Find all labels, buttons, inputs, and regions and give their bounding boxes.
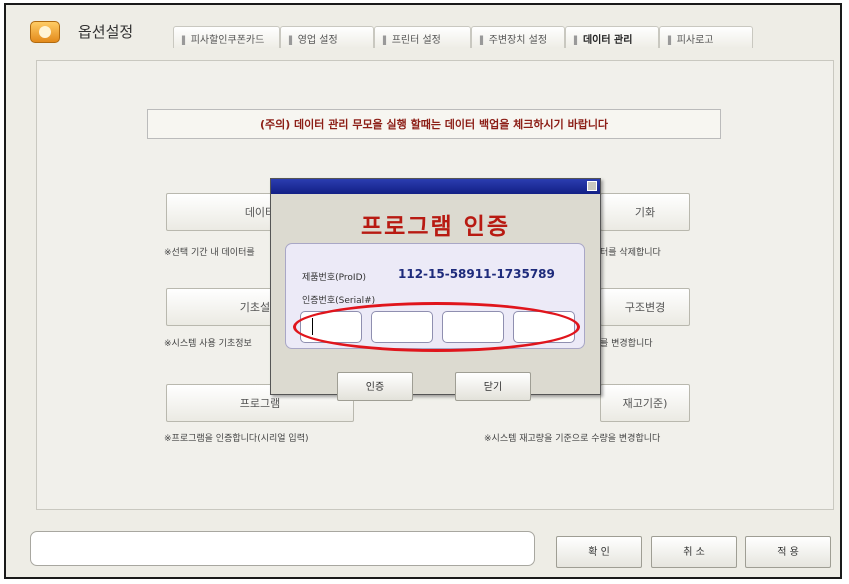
product-number-label: 제품번호(ProID) — [302, 273, 367, 283]
warning-banner: (주의) 데이터 관리 무모을 실행 할때는 데이터 백업을 체크하시기 바랍니… — [147, 109, 721, 139]
data-delete-note: ※선택 기간 내 데이터를 — [164, 248, 255, 258]
structure-change-button[interactable]: 구조변경 — [600, 288, 690, 326]
stock-basis-button[interactable]: 재고기준) — [600, 384, 690, 422]
cancel-button[interactable]: 취 소 — [651, 536, 737, 568]
annotation-highlight-ellipse — [293, 302, 580, 352]
program-auth-dialog: 프로그램 인증 제품번호(ProID) 112-15-58911-1735789… — [270, 178, 601, 401]
tab-coupon-card[interactable]: 피사할인쿠폰카드 — [173, 26, 280, 48]
serial-number-label: 인증번호(Serial#) — [302, 296, 376, 306]
tab-peripheral-settings[interactable]: 주변장치 설정 — [471, 26, 565, 48]
structure-change-note: 를 변경합니다 — [600, 339, 653, 349]
dialog-heading: 프로그램 인증 — [361, 213, 510, 240]
options-app-icon — [30, 21, 60, 43]
auth-confirm-button[interactable]: 인증 — [337, 372, 413, 401]
apply-button[interactable]: 적 용 — [745, 536, 831, 568]
window-title: 옵션설정 — [78, 23, 134, 41]
product-number-value: 112-15-58911-1735789 — [398, 267, 555, 281]
initialize-note: 터를 삭제합니다 — [600, 248, 661, 258]
basic-settings-note: ※시스템 사용 기초정보 — [164, 339, 252, 349]
window-close-icon[interactable] — [587, 181, 597, 191]
dialog-titlebar — [271, 179, 600, 194]
tab-printer-settings[interactable]: 프린터 설정 — [374, 26, 471, 48]
initialize-button[interactable]: 기화 — [600, 193, 690, 231]
tab-pizza-logo[interactable]: 피사로고 — [659, 26, 753, 48]
ok-button[interactable]: 확 인 — [556, 536, 642, 568]
tab-business-settings[interactable]: 영업 설정 — [280, 26, 374, 48]
status-field — [30, 531, 535, 566]
program-auth-note: ※프로그램을 인증합니다(시리얼 입력) — [164, 434, 309, 444]
tab-bar: 피사할인쿠폰카드 영업 설정 프린터 설정 주변장치 설정 데이터 관리 피사로… — [173, 26, 753, 48]
tab-data-management[interactable]: 데이터 관리 — [565, 26, 659, 48]
stock-basis-note: ※시스템 재고량을 기준으로 수량을 변경합니다 — [484, 434, 661, 444]
auth-close-button[interactable]: 닫기 — [455, 372, 531, 401]
